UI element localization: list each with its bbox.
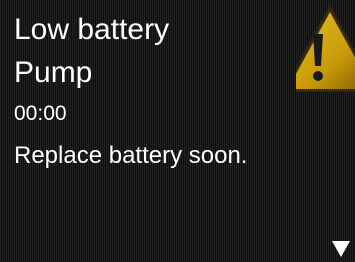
arrow-down-icon[interactable] [331,240,351,258]
alert-time: 00:00 [14,102,67,125]
warning-triangle-icon [296,0,355,96]
alert-message: Replace battery soon. [14,142,248,169]
alert-source: Pump [14,56,93,89]
alert-title: Low battery [14,13,170,46]
alert-screen: Low battery Pump 00:00 Replace battery s… [0,0,355,262]
